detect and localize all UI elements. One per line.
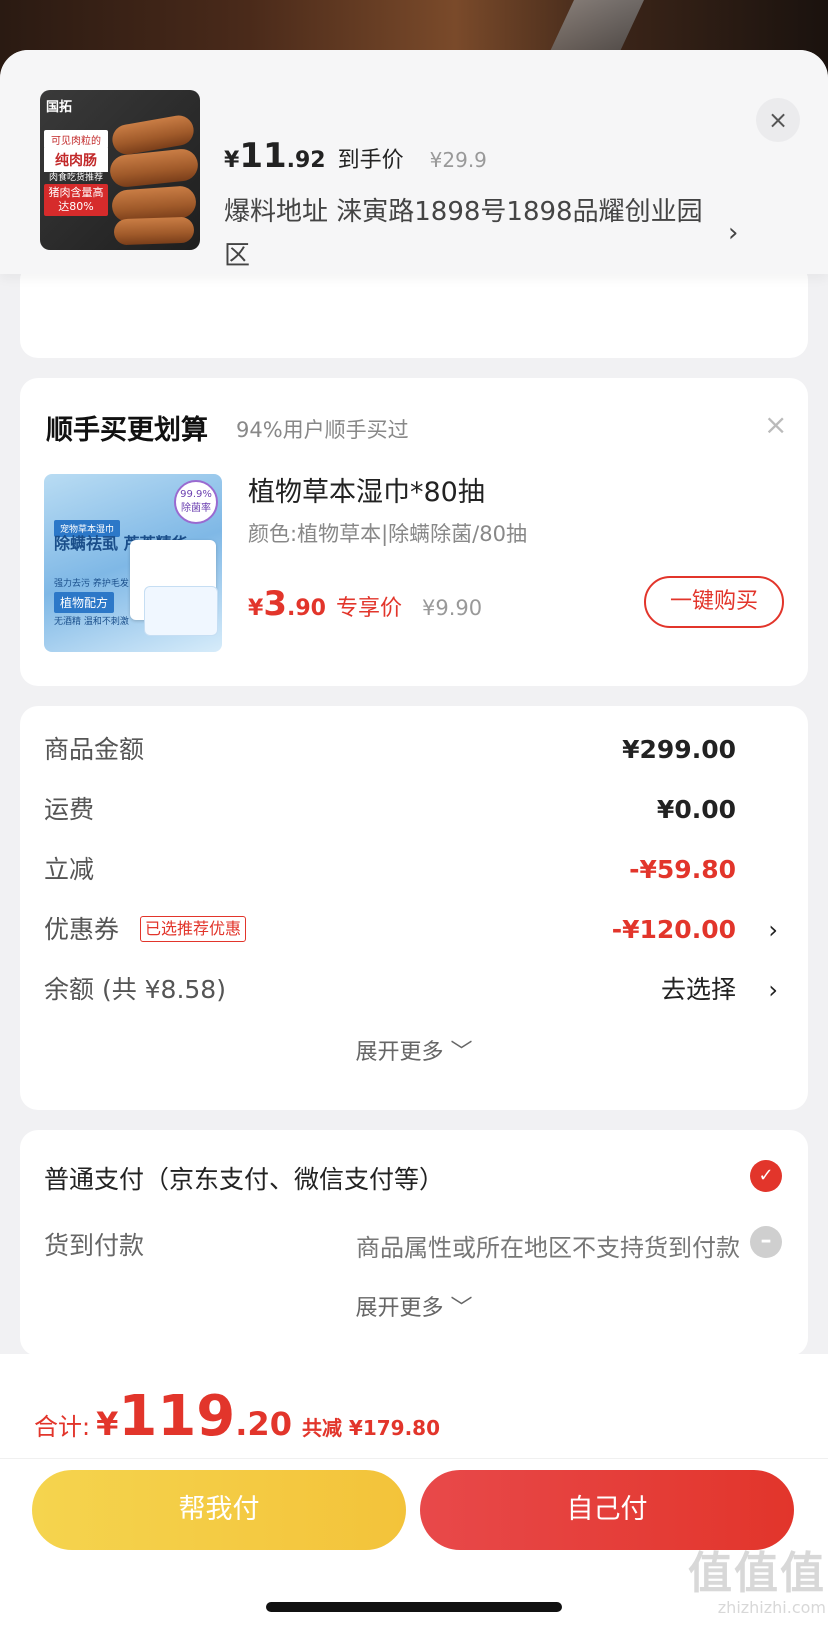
- original-price: ¥9.90: [421, 596, 483, 620]
- final-price: ¥ 11 .92 到手价 ¥29.9: [224, 136, 487, 176]
- product-header: 国拓 可见肉粒的 纯肉肠 肉食吃货推荐 猪肉含量高达80% ¥ 11 .92 到…: [0, 50, 828, 274]
- expand-more-button[interactable]: 展开更多 ﹀: [20, 1290, 808, 1322]
- original-price: ¥29.9: [429, 148, 487, 172]
- addon-price: ¥ 3 .90 专享价 ¥9.90: [248, 584, 482, 624]
- total-currency: ¥: [96, 1405, 119, 1443]
- thumb-tag4: 猪肉含量高达80%: [44, 184, 108, 216]
- price-label: 到手价: [337, 148, 404, 173]
- disinfection-badge: 99.9% 除菌率: [174, 480, 218, 524]
- wipes-pack-image: [144, 586, 218, 636]
- help-me-pay-button[interactable]: 帮我付: [32, 1470, 406, 1550]
- thumb-brand: 国拓: [46, 100, 73, 115]
- delivery-address[interactable]: 爆料地址 涞寅路1898号1898品耀创业园区: [224, 190, 704, 278]
- row-label: 立减: [44, 855, 95, 884]
- row-label: 优惠券: [44, 915, 120, 944]
- thumb-tag2: 纯肉肠: [44, 148, 108, 172]
- product-thumbnail[interactable]: 国拓 可见肉粒的 纯肉肠 肉食吃货推荐 猪肉含量高达80%: [40, 90, 200, 250]
- pay-myself-button[interactable]: 自己付: [420, 1470, 794, 1550]
- order-total: 合计: ¥ 119 .20 共减 ¥179.80: [34, 1384, 440, 1449]
- chevron-right-icon[interactable]: ›: [768, 910, 778, 950]
- payment-option-normal[interactable]: 普通支付（京东支付、微信支付等）: [44, 1160, 444, 1196]
- close-icon[interactable]: ×: [756, 98, 800, 142]
- total-savings: 共减 ¥179.80: [301, 1416, 441, 1440]
- addon-product-image[interactable]: 99.9% 除菌率 宠物草本湿巾 除螨祛虱 芦荟精华 强力去污 养护毛发 植物配…: [44, 474, 222, 652]
- price-label: 专享价: [335, 596, 402, 621]
- total-decimal: .20: [235, 1405, 292, 1443]
- row-value: -¥120.00: [611, 915, 736, 944]
- row-value: -¥59.80: [629, 855, 736, 884]
- divider: [0, 1458, 828, 1459]
- image-label: 植物配方: [54, 592, 115, 613]
- watermark-logo: 值值值: [688, 1548, 826, 1599]
- one-click-buy-button[interactable]: 一键购买: [644, 576, 784, 628]
- sausage-image: [113, 216, 195, 246]
- row-value[interactable]: 去选择: [661, 970, 736, 1010]
- row-value: ¥0.00: [656, 795, 736, 824]
- price-integer: 3: [263, 584, 287, 624]
- checkout-footer: 合计: ¥ 119 .20 共减 ¥179.80 帮我付 自己付 值值值 zhi…: [0, 1354, 828, 1628]
- price-decimal: .90: [286, 596, 326, 621]
- order-summary-card: 商品金额 ¥299.00 运费 ¥0.00 立减 -¥59.80 优惠券 已选推…: [20, 706, 808, 1110]
- thumb-tag3: 肉食吃货推荐: [48, 173, 103, 183]
- price-currency: ¥: [224, 148, 240, 173]
- row-label: 运费: [44, 795, 95, 824]
- addon-subtitle: 94%用户顺手买过: [236, 418, 409, 442]
- summary-row-shipping: 运费 ¥0.00: [44, 790, 784, 830]
- row-label: 余额 (共 ¥8.58): [44, 975, 226, 1004]
- summary-row-balance[interactable]: 余额 (共 ¥8.58) 去选择 ›: [44, 970, 784, 1010]
- check-icon[interactable]: ✓: [750, 1160, 782, 1192]
- summary-row-subtotal: 商品金额 ¥299.00: [44, 730, 784, 770]
- total-integer: 119: [118, 1384, 236, 1449]
- cod-unavailable-note: 商品属性或所在地区不支持货到付款: [356, 1234, 740, 1262]
- chevron-right-icon[interactable]: ›: [768, 970, 778, 1010]
- row-label: 商品金额: [44, 735, 145, 764]
- home-indicator[interactable]: [266, 1602, 562, 1612]
- close-icon[interactable]: ×: [764, 408, 787, 441]
- thumb-tag1: 可见肉粒的: [44, 130, 108, 149]
- disabled-icon: –: [750, 1226, 782, 1258]
- addon-card: 顺手买更划算 94%用户顺手买过 × 99.9% 除菌率 宠物草本湿巾 除螨祛虱…: [20, 378, 808, 686]
- chevron-right-icon[interactable]: ›: [728, 218, 738, 248]
- image-label: 强力去污 养护毛发: [54, 579, 129, 589]
- price-integer: 11: [239, 136, 287, 176]
- addon-product-name[interactable]: 植物草本湿巾*80抽: [248, 470, 485, 509]
- coupon-badge: 已选推荐优惠: [140, 916, 247, 942]
- site-watermark: 值值值 zhizhizhi.com: [676, 1550, 826, 1618]
- watermark-url: zhizhizhi.com: [717, 1598, 826, 1617]
- summary-row-discount: 立减 -¥59.80: [44, 850, 784, 890]
- row-value: ¥299.00: [622, 735, 736, 764]
- payment-method-card: 普通支付（京东支付、微信支付等） ✓ 货到付款 商品属性或所在地区不支持货到付款…: [20, 1130, 808, 1356]
- image-label: 无酒精 温和不刺激: [54, 617, 129, 627]
- price-decimal: .92: [286, 148, 326, 173]
- total-label: 合计:: [34, 1413, 91, 1441]
- summary-row-coupon[interactable]: 优惠券 已选推荐优惠 -¥120.00 ›: [44, 910, 784, 950]
- addon-product-spec: 颜色:植物草本|除螨除菌/80抽: [248, 522, 527, 546]
- price-currency: ¥: [248, 596, 264, 621]
- payment-option-cod: 货到付款: [44, 1231, 145, 1260]
- addon-title: 顺手买更划算: [46, 415, 208, 446]
- expand-more-button[interactable]: 展开更多 ﹀: [20, 1034, 808, 1066]
